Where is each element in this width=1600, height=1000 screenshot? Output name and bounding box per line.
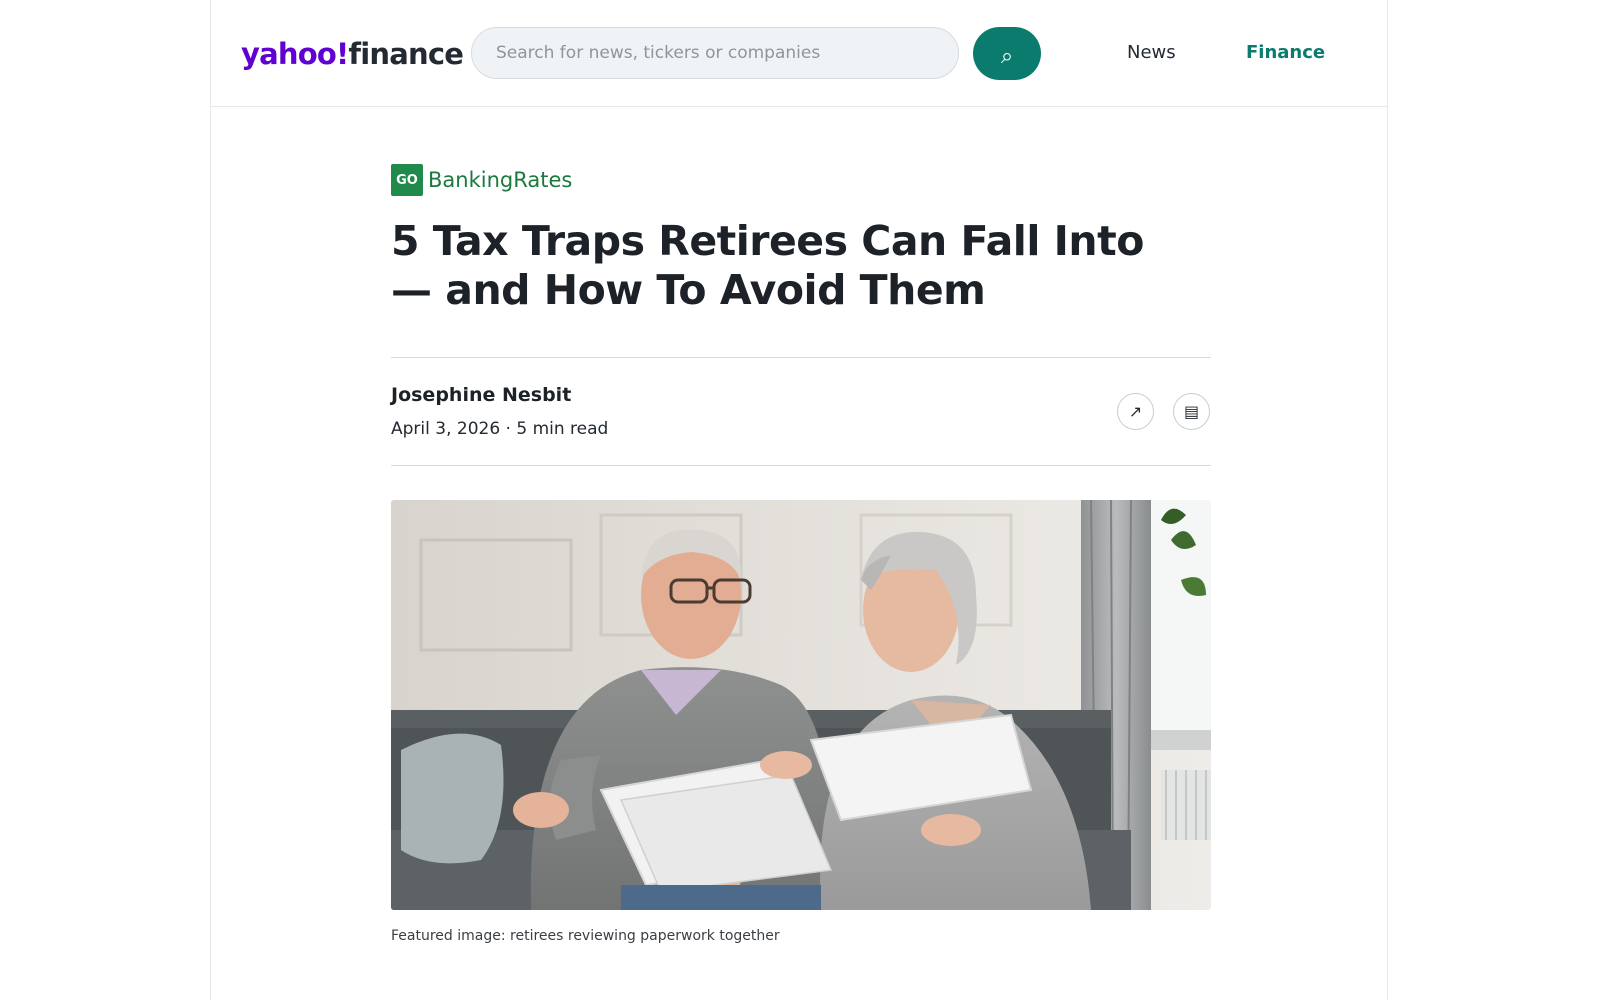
article-meta: April 3, 2026 · 5 min read — [391, 419, 609, 439]
search-button[interactable]: ⌕ — [973, 27, 1041, 80]
content-provider[interactable]: GO BankingRates — [391, 164, 572, 196]
nav-news[interactable]: News — [1127, 40, 1176, 66]
page-container: yahoo!finance ⌕ News Finance GO BankingR… — [210, 0, 1388, 1000]
search-input[interactable] — [496, 28, 936, 78]
share-icon: ↗ — [1128, 402, 1143, 421]
divider-top — [391, 357, 1211, 358]
author-name[interactable]: Josephine Nesbit — [391, 384, 571, 406]
share-button[interactable]: ↗ — [1117, 393, 1154, 430]
provider-logo: GO — [391, 164, 423, 196]
search-icon: ⌕ — [1000, 42, 1014, 68]
nav-finance[interactable]: Finance — [1246, 40, 1325, 66]
article-headline: 5 Tax Traps Retirees Can Fall Into — and… — [391, 217, 1144, 314]
comments-button[interactable]: ▤ — [1173, 393, 1210, 430]
logo-finance-text: finance — [348, 37, 464, 71]
divider-bottom — [391, 465, 1211, 466]
featured-image — [391, 500, 1211, 910]
site-header: yahoo!finance ⌕ News Finance — [211, 0, 1387, 107]
comments-icon: ▤ — [1183, 402, 1200, 421]
yahoo-finance-logo[interactable]: yahoo!finance — [241, 34, 464, 74]
provider-name: BankingRates — [428, 168, 573, 192]
image-caption: Featured image: retirees reviewing paper… — [391, 928, 780, 944]
search-box — [471, 27, 959, 79]
logo-yahoo-text: yahoo! — [241, 37, 349, 71]
